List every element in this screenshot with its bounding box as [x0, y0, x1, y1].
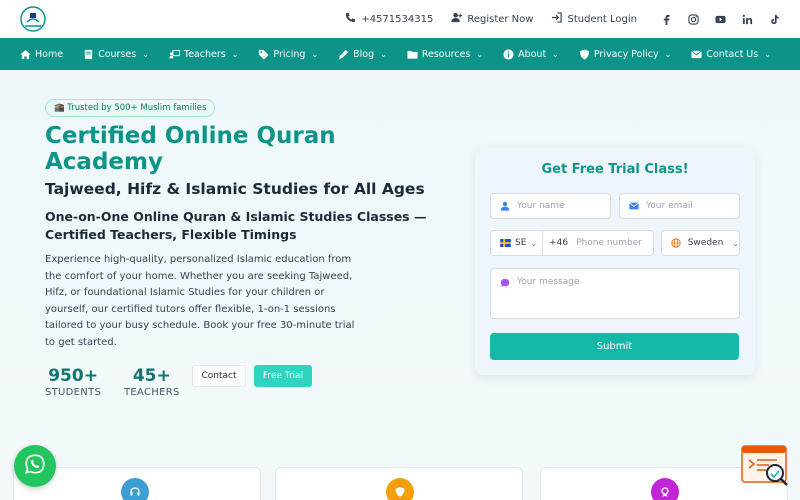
trial-form-card: Get Free Trial Class! Your name Your ema…: [475, 147, 755, 375]
chevron-down-icon: ⌄: [764, 49, 771, 59]
contact-button[interactable]: Contact: [192, 365, 246, 387]
stat-label: TEACHERS: [124, 387, 180, 398]
nav-teachers[interactable]: Teachers ⌄: [169, 48, 239, 60]
country-code[interactable]: SE: [515, 238, 526, 248]
email-field[interactable]: Your email: [619, 193, 740, 219]
login-label: Student Login: [567, 13, 637, 25]
envelope-icon: [691, 49, 702, 60]
nav-home[interactable]: Home: [20, 49, 63, 60]
youtube-icon[interactable]: [715, 14, 726, 25]
name-field[interactable]: Your name: [490, 193, 611, 219]
hero-title: Certified Online Quran Academy: [45, 123, 336, 175]
nav-resources[interactable]: Resources ⌄: [407, 49, 483, 60]
nav-label: Pricing: [273, 48, 306, 60]
sweden-flag-icon: [499, 237, 511, 249]
nav-label: Resources: [421, 48, 471, 60]
tiktok-icon[interactable]: [769, 14, 780, 25]
free-trial-button[interactable]: Free Trial: [254, 365, 312, 387]
country-select[interactable]: Sweden ⌄: [661, 230, 740, 256]
stat-students: 950+ STUDENTS: [45, 366, 101, 398]
pen-icon: [338, 49, 349, 60]
chevron-down-icon: ⌄: [231, 49, 239, 59]
user-plus-icon: [451, 12, 463, 26]
phone-field[interactable]: SE ⌄ +46 Phone number: [490, 230, 654, 256]
folder-icon: [407, 49, 418, 60]
info-icon: [503, 48, 514, 60]
register-link[interactable]: Register Now: [451, 12, 533, 26]
user-icon: [499, 200, 511, 212]
nav-label: Courses: [98, 48, 137, 60]
instagram-icon[interactable]: [688, 13, 699, 25]
nav-label: Blog: [353, 48, 375, 60]
country-value: Sweden: [687, 238, 724, 248]
whatsapp-button[interactable]: [14, 445, 56, 487]
search-code-icon[interactable]: [741, 445, 791, 487]
book-icon: [83, 49, 94, 60]
login-link[interactable]: Student Login: [551, 12, 637, 26]
certificate-icon: [651, 478, 679, 500]
sign-in-icon: [551, 12, 563, 26]
chevron-down-icon: ⌄: [476, 49, 484, 59]
nav-blog[interactable]: Blog ⌄: [338, 49, 387, 60]
chevron-down-icon: ⌄: [552, 49, 559, 59]
nav-label: Privacy Policy: [593, 48, 659, 60]
stat-value: 950+: [48, 366, 98, 386]
headset-icon: [121, 478, 149, 500]
whatsapp-icon: [24, 453, 46, 479]
message-placeholder: Your message: [517, 277, 580, 287]
chevron-down-icon: ⌄: [664, 49, 672, 59]
form-title: Get Free Trial Class!: [541, 162, 689, 177]
hero-subtitle: Tajweed, Hifz & Islamic Studies for All …: [45, 180, 425, 198]
tag-icon: [258, 49, 269, 60]
main-nav: Home Courses ⌄ Teachers ⌄ Pricing ⌄ Blog…: [0, 38, 800, 70]
phone-link[interactable]: +4571534315: [345, 12, 433, 26]
chat-bubble-icon: [499, 277, 511, 289]
teacher-icon: [169, 49, 180, 60]
globe-icon: [670, 237, 682, 249]
nav-label: Teachers: [183, 48, 226, 60]
linkedin-icon[interactable]: [742, 14, 753, 25]
dial-code: +46: [549, 238, 569, 248]
shield-icon: [579, 48, 590, 60]
chevron-down-icon: ⌄: [380, 49, 387, 59]
phone-placeholder: Phone number: [576, 238, 642, 248]
register-label: Register Now: [467, 13, 534, 25]
nav-label: About: [518, 48, 547, 60]
chevron-down-icon: ⌄: [311, 49, 319, 59]
hero-tagline: One-on-One Online Quran & Islamic Studie…: [45, 209, 427, 242]
submit-button[interactable]: Submit: [490, 333, 739, 360]
trust-badge: 🕋 Trusted by 500+ Muslim families: [45, 99, 216, 117]
chevron-down-icon: ⌄: [530, 238, 538, 248]
nav-label: Home: [35, 48, 64, 60]
nav-label: Contact Us: [706, 48, 759, 60]
stat-teachers: 45+ TEACHERS: [124, 366, 180, 398]
nav-pricing[interactable]: Pricing ⌄: [258, 49, 318, 60]
top-bar: +4571534315 Register Now Student Login: [0, 0, 800, 38]
nav-privacy[interactable]: Privacy Policy ⌄: [579, 49, 671, 60]
nav-contact[interactable]: Contact Us ⌄: [691, 49, 771, 60]
academy-logo[interactable]: [18, 4, 48, 34]
nav-about[interactable]: About ⌄: [503, 49, 559, 60]
hero-description: Experience high-quality, personalized Is…: [45, 254, 355, 348]
envelope-icon: [628, 200, 640, 212]
chevron-down-icon: ⌄: [732, 238, 739, 248]
facebook-icon[interactable]: [661, 14, 672, 25]
message-field[interactable]: Your message: [490, 268, 740, 319]
hero-section: 🕋 Trusted by 500+ Muslim families Certif…: [0, 70, 800, 500]
shield-icon: [386, 478, 414, 500]
phone-icon: [345, 12, 356, 26]
home-icon: [20, 49, 31, 60]
name-placeholder: Your name: [517, 201, 565, 211]
stat-label: STUDENTS: [45, 387, 102, 398]
email-placeholder: Your email: [646, 201, 693, 211]
nav-courses[interactable]: Courses ⌄: [83, 49, 149, 60]
phone-number: +4571534315: [361, 13, 434, 25]
stat-value: 45+: [132, 366, 171, 386]
chevron-down-icon: ⌄: [142, 49, 149, 59]
